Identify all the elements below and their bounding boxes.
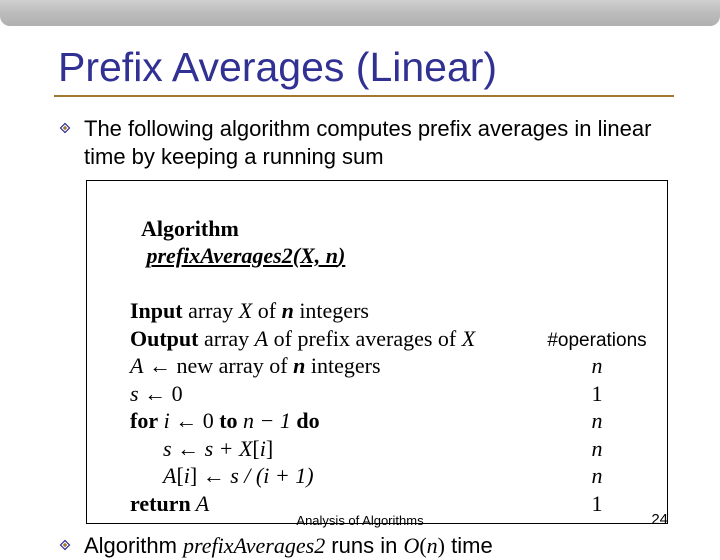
title-underline bbox=[54, 95, 674, 97]
slide-body: Prefix Averages (Linear) The following a… bbox=[0, 26, 720, 540]
bullet-item-2: Algorithm prefixAverages2 runs in O(n) t… bbox=[58, 532, 670, 560]
algo-line-8: A[i] ← s / (i + 1) n bbox=[97, 462, 657, 490]
algo-name: prefixAverages2 bbox=[147, 243, 293, 268]
ops-l5: 1 bbox=[537, 380, 657, 408]
bullet-text-1: The following algorithm computes prefix … bbox=[84, 115, 670, 170]
page-number: 24 bbox=[651, 511, 668, 528]
algo-input: Input array X of n integers bbox=[97, 297, 657, 325]
algo-output: Output array A of prefix averages of X #… bbox=[97, 325, 657, 353]
slide-title: Prefix Averages (Linear) bbox=[58, 44, 670, 91]
algo-line-4: A ← new array of n integers n bbox=[97, 352, 657, 380]
algo-kw: Algorithm bbox=[141, 216, 239, 241]
algo-line-6: for i ← 0 to n − 1 do n bbox=[97, 407, 657, 435]
algo-args: X, n bbox=[300, 243, 338, 268]
ops-header: #operations bbox=[537, 329, 657, 353]
ops-l4: n bbox=[537, 352, 657, 380]
algo-header: Algorithm prefixAverages2(X, n) bbox=[97, 187, 657, 297]
footer-text: Analysis of Algorithms bbox=[0, 513, 720, 528]
slide-top-decoration bbox=[0, 0, 720, 26]
bullet-item-1: The following algorithm computes prefix … bbox=[58, 115, 670, 170]
diamond-bullet-icon bbox=[58, 538, 72, 552]
bullet-text-2: Algorithm prefixAverages2 runs in O(n) t… bbox=[84, 532, 493, 560]
ops-l7: n bbox=[537, 435, 657, 463]
algorithm-box: Algorithm prefixAverages2(X, n) Input ar… bbox=[86, 180, 668, 524]
algo-line-7: s ← s + X[i] n bbox=[97, 435, 657, 463]
algo-line-5: s ← 0 1 bbox=[97, 380, 657, 408]
ops-l6: n bbox=[537, 407, 657, 435]
ops-l8: n bbox=[537, 462, 657, 490]
diamond-bullet-icon bbox=[58, 121, 72, 135]
